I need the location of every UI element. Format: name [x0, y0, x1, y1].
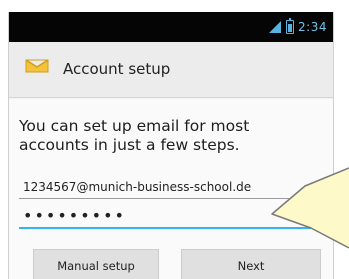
manual-setup-button[interactable]: Manual setup	[33, 249, 159, 279]
intro-text: You can set up email for most accounts i…	[19, 117, 250, 154]
signal-icon	[269, 21, 282, 33]
password-field[interactable]: •••••••••	[19, 203, 325, 229]
status-time: 2:34	[298, 20, 327, 34]
phone-screen: 2:34 Account setup You can set up email …	[8, 12, 334, 279]
battery-icon	[286, 18, 295, 34]
next-button[interactable]: Next	[181, 249, 321, 279]
form-content: You can set up email for most accounts i…	[9, 99, 333, 279]
email-value: 1234567@munich-business-school.de	[23, 180, 252, 194]
email-envelope-icon[interactable]	[23, 54, 51, 78]
password-value: •••••••••	[23, 206, 126, 225]
status-bar: 2:34	[9, 12, 333, 42]
page-title: Account setup	[63, 59, 171, 78]
action-bar: Account setup	[9, 42, 333, 98]
status-icons: 2:34	[268, 18, 327, 36]
email-field[interactable]: 1234567@munich-business-school.de	[19, 173, 325, 199]
